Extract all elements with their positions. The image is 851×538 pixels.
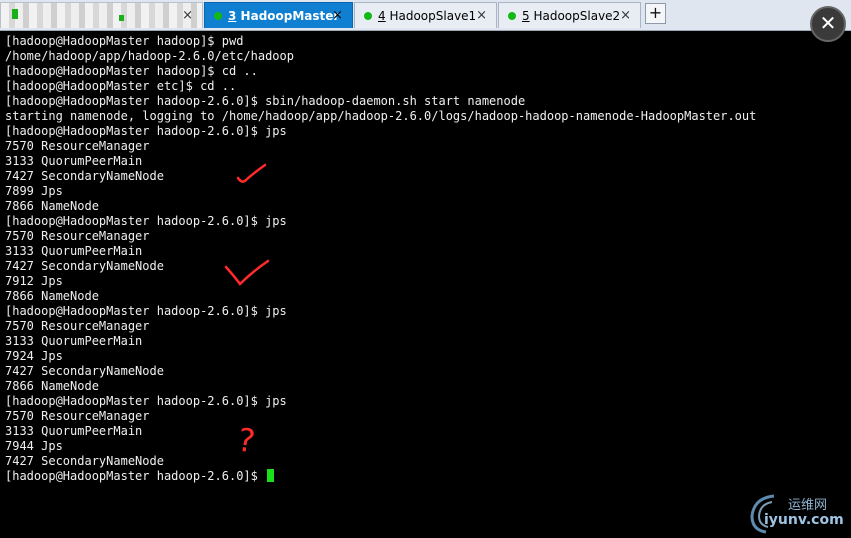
terminal-line: [hadoop@HadoopMaster hadoop-2.6.0]$ jps <box>5 394 287 408</box>
terminal-line: 7570 ResourceManager <box>5 319 150 333</box>
tab-label: 4 HadoopSlave1 <box>378 8 477 23</box>
new-tab-button[interactable]: + <box>645 3 666 24</box>
terminal-line: 7570 ResourceManager <box>5 229 150 243</box>
terminal-line: [hadoop@HadoopMaster hadoop]$ pwd <box>5 34 244 48</box>
tab-label: 3 HadoopMaster <box>228 8 340 23</box>
blurred-tab-marker <box>119 15 124 21</box>
terminal-line: 3133 QuorumPeerMain <box>5 244 143 258</box>
terminal-line: 7924 Jps <box>5 349 63 363</box>
text-cursor <box>267 469 275 482</box>
tab-blurred[interactable]: × <box>0 2 203 28</box>
terminal-line: 7427 SecondaryNameNode <box>5 169 164 183</box>
tab-label: 5 HadoopSlave2 <box>522 8 621 23</box>
terminal-line: 7427 SecondaryNameNode <box>5 454 164 468</box>
terminal-line: 7944 Jps <box>5 439 63 453</box>
tab-close-icon[interactable]: × <box>620 8 631 23</box>
watermark-logo: 运维网 iyunv.com <box>744 488 844 534</box>
terminal-line: 3133 QuorumPeerMain <box>5 154 143 168</box>
terminal-prompt-line[interactable]: [hadoop@HadoopMaster hadoop-2.6.0]$ <box>5 469 845 484</box>
connected-status-icon <box>508 11 516 20</box>
terminal-line: [hadoop@HadoopMaster etc]$ cd .. <box>5 79 237 93</box>
connected-status-icon <box>364 11 372 20</box>
terminal-line: 7427 SecondaryNameNode <box>5 364 164 378</box>
terminal-line: 7899 Jps <box>5 184 63 198</box>
terminal-line: 3133 QuorumPeerMain <box>5 334 143 348</box>
tab-hadoop-slave1[interactable]: 4 HadoopSlave1 × <box>354 2 497 28</box>
tab-bar: × 3 HadoopMaster × 4 HadoopSlave1 × 5 Ha… <box>0 0 851 31</box>
terminal-output[interactable]: [hadoop@HadoopMaster hadoop]$ pwd/home/h… <box>5 34 845 534</box>
tab-close-icon[interactable]: × <box>332 8 343 23</box>
tab-close-icon[interactable]: × <box>182 8 193 23</box>
connected-status-icon <box>214 11 222 20</box>
blurred-tab-marker <box>12 9 18 19</box>
watermark-cn-text: 运维网 <box>788 498 828 513</box>
terminal-line: 7912 Jps <box>5 274 63 288</box>
terminal-line: 7866 NameNode <box>5 199 99 213</box>
terminal-line: 7570 ResourceManager <box>5 139 150 153</box>
terminal-line: 7427 SecondaryNameNode <box>5 259 164 273</box>
tab-hadoop-slave2[interactable]: 5 HadoopSlave2 × <box>498 2 641 28</box>
terminal-line: [hadoop@HadoopMaster hadoop-2.6.0]$ jps <box>5 214 287 228</box>
tab-hadoop-master[interactable]: 3 HadoopMaster × <box>204 2 353 28</box>
terminal-line: [hadoop@HadoopMaster hadoop-2.6.0]$ jps <box>5 124 287 138</box>
terminal-line: 7570 ResourceManager <box>5 409 150 423</box>
tab-close-icon[interactable]: × <box>476 8 487 23</box>
terminal-line: [hadoop@HadoopMaster hadoop-2.6.0]$ jps <box>5 304 287 318</box>
terminal-prompt: [hadoop@HadoopMaster hadoop-2.6.0]$ <box>5 469 266 483</box>
terminal-line: /home/hadoop/app/hadoop-2.6.0/etc/hadoop <box>5 49 294 63</box>
terminal-line: 7866 NameNode <box>5 289 99 303</box>
watermark-en-text: iyunv.com <box>764 512 844 528</box>
terminal-line: 3133 QuorumPeerMain <box>5 424 143 438</box>
terminal-line: [hadoop@HadoopMaster hadoop]$ cd .. <box>5 64 258 78</box>
terminal-line: 7866 NameNode <box>5 379 99 393</box>
terminal-line: starting namenode, logging to /home/hado… <box>5 109 757 123</box>
terminal-line: [hadoop@HadoopMaster hadoop-2.6.0]$ sbin… <box>5 94 526 108</box>
